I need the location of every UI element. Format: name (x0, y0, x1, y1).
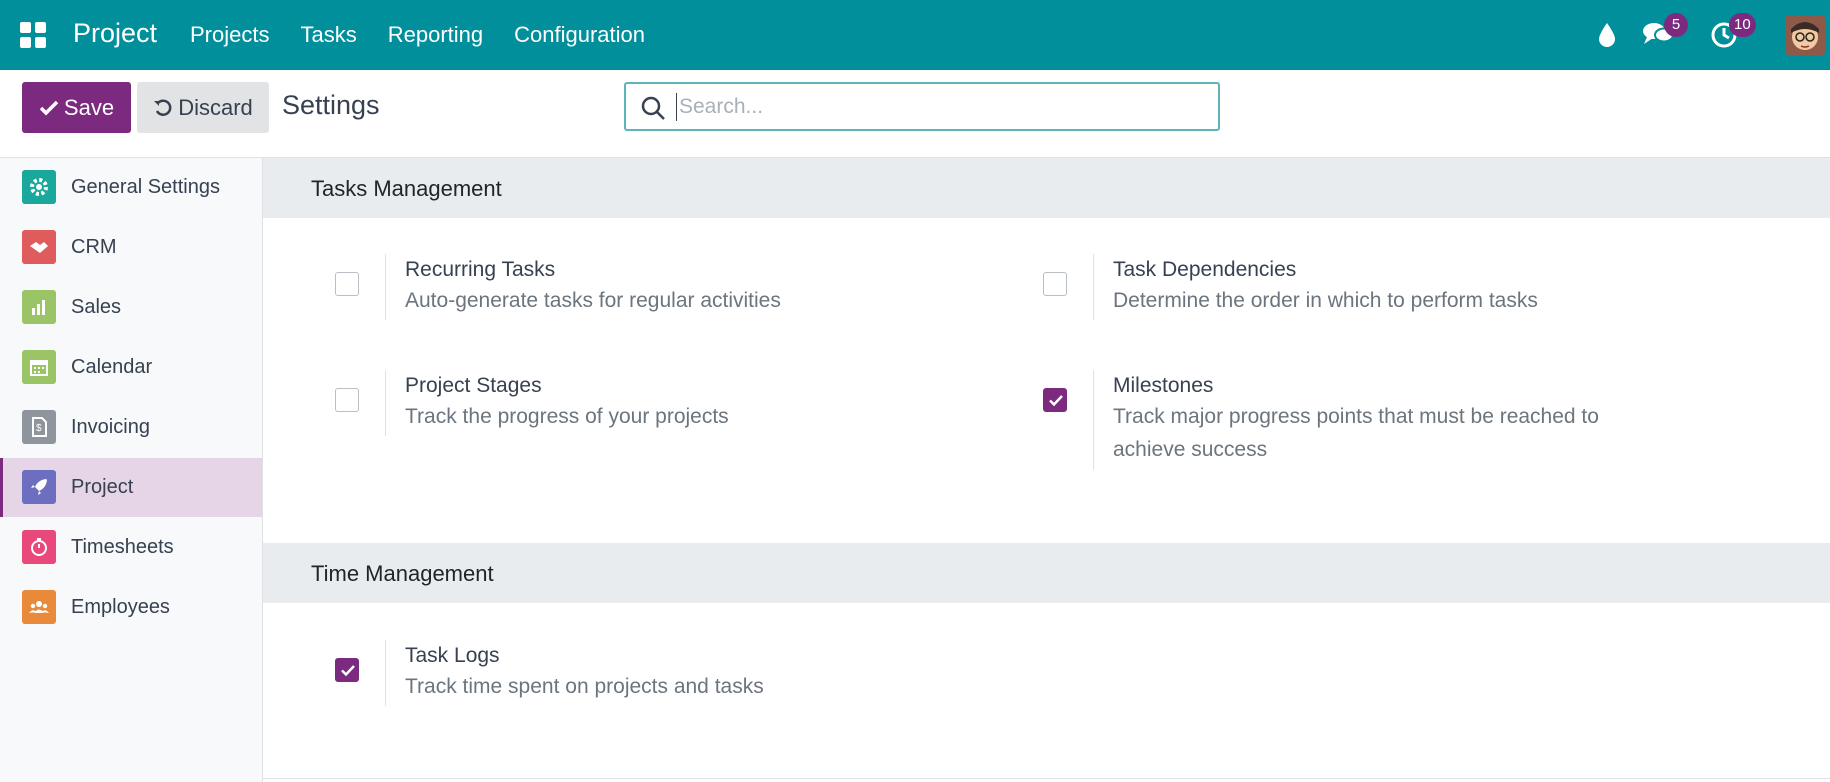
task-logs-desc: Track time spent on projects and tasks (405, 675, 764, 698)
discard-button[interactable]: Discard (137, 82, 269, 133)
section-title: Time Management (311, 561, 494, 586)
discard-label: Discard (178, 94, 253, 120)
app-menu-icon[interactable] (20, 22, 46, 48)
stopwatch-icon (22, 530, 56, 564)
settings-content: Tasks Management Recurring Tasks Auto-ge… (263, 158, 1830, 782)
milestones-checkbox[interactable] (1043, 388, 1067, 412)
check-icon (39, 100, 59, 115)
milestones-desc: Track major progress points that must be… (1113, 405, 1599, 461)
sidebar-item-label: CRM (71, 236, 117, 258)
section-title: Tasks Management (311, 176, 502, 201)
search-icon (641, 96, 665, 120)
gear-icon (22, 170, 56, 204)
project-stages-title: Project Stages (405, 374, 542, 397)
settings-sidebar: General Settings CRM Sales Calendar $ In… (0, 158, 263, 782)
section-header-tasks-management: Tasks Management (263, 158, 1830, 218)
sidebar-item-label: Employees (71, 596, 170, 618)
sidebar-item-label: Invoicing (71, 416, 150, 438)
task-dependencies-title: Task Dependencies (1113, 258, 1297, 281)
svg-text:$: $ (36, 423, 42, 434)
sidebar-item-employees[interactable]: Employees (0, 578, 262, 637)
app-brand[interactable]: Project (73, 18, 157, 49)
sidebar-item-project[interactable]: Project (0, 458, 262, 517)
project-stages-checkbox[interactable] (335, 388, 359, 412)
recurring-tasks-desc: Auto-generate tasks for regular activiti… (405, 289, 781, 312)
divider (1093, 254, 1094, 320)
sidebar-item-label: Timesheets (71, 536, 174, 558)
search-box[interactable] (624, 82, 1220, 131)
handshake-icon (22, 230, 56, 264)
sidebar-item-timesheets[interactable]: Timesheets (0, 518, 262, 577)
people-icon (22, 590, 56, 624)
divider (385, 254, 386, 320)
task-dependencies-desc: Determine the order in which to perform … (1113, 289, 1538, 312)
task-logs-title: Task Logs (405, 644, 500, 667)
divider (385, 640, 386, 706)
project-stages-desc: Track the progress of your projects (405, 405, 729, 428)
sidebar-item-label: Calendar (71, 356, 153, 378)
save-label: Save (63, 94, 115, 120)
activities-badge: 10 (1729, 13, 1756, 37)
sidebar-item-label: Project (71, 476, 134, 498)
recurring-tasks-title: Recurring Tasks (405, 258, 556, 281)
sidebar-item-label: Sales (71, 296, 122, 318)
top-navbar: Project Projects Tasks Reporting Configu… (0, 0, 1830, 70)
task-logs-checkbox[interactable] (335, 658, 359, 682)
sidebar-item-crm[interactable]: CRM (0, 218, 262, 277)
divider (385, 370, 386, 436)
sidebar-item-label: General Settings (71, 176, 220, 198)
calendar-icon (22, 350, 56, 384)
task-dependencies-checkbox[interactable] (1043, 272, 1067, 296)
menu-item-tasks[interactable]: Tasks (300, 22, 356, 48)
recurring-tasks-checkbox[interactable] (335, 272, 359, 296)
menu-item-configuration[interactable]: Configuration (514, 22, 645, 48)
rocket-icon (22, 470, 56, 504)
invoice-icon: $ (22, 410, 56, 444)
section-header-time-management: Time Management (263, 543, 1830, 603)
sidebar-item-sales[interactable]: Sales (0, 278, 262, 337)
sidebar-item-calendar[interactable]: Calendar (0, 338, 262, 397)
undo-icon (154, 98, 172, 116)
divider (1093, 370, 1094, 470)
water-drop-icon[interactable] (1597, 21, 1617, 54)
messages-badge: 5 (1664, 13, 1688, 37)
milestones-title: Milestones (1113, 374, 1214, 397)
save-button[interactable]: Save (22, 82, 131, 133)
content-bottom-border (263, 778, 1830, 779)
check-icon (341, 665, 355, 677)
sales-chart-icon (22, 290, 56, 324)
user-avatar[interactable] (1785, 15, 1825, 55)
search-input[interactable] (676, 93, 1206, 121)
sidebar-item-invoicing[interactable]: $ Invoicing (0, 398, 262, 457)
main-menu: Projects Tasks Reporting Configuration (190, 22, 676, 48)
menu-item-projects[interactable]: Projects (190, 22, 269, 48)
menu-item-reporting[interactable]: Reporting (388, 22, 483, 48)
check-icon (1049, 395, 1063, 407)
page-title: Settings (282, 90, 380, 120)
control-panel: Save Discard Settings (0, 70, 1830, 158)
sidebar-item-general-settings[interactable]: General Settings (0, 158, 262, 217)
